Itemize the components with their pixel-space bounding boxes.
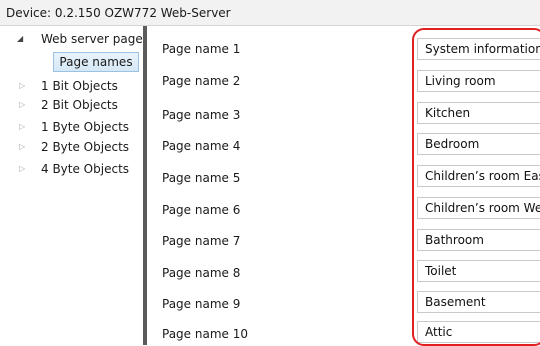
tree-item-label: 1 Byte Objects [41, 120, 130, 134]
page-name-8-input[interactable]: Toilet [417, 260, 540, 282]
page-names-form: Page name 1 System information Page name… [147, 26, 540, 345]
collapsed-arrow-icon[interactable]: ▷ [19, 118, 25, 136]
window-title: Device: 0.2.150 OZW772 Web-Server [6, 6, 231, 20]
page-name-6-label: Page name 6 [162, 203, 241, 217]
collapsed-arrow-icon[interactable]: ▷ [19, 96, 25, 114]
tree-item-label: 4 Byte Objects [41, 162, 130, 176]
tree-item-2-byte-objects[interactable]: ▷ 2 Byte Objects [0, 138, 143, 156]
page-name-7-input[interactable]: Bathroom [417, 229, 540, 251]
page-name-2-input[interactable]: Living room [417, 70, 540, 92]
page-name-3-label: Page name 3 [162, 108, 241, 122]
navigation-tree: ◢ Web server pages Page names ▷ 1 Bit Ob… [0, 26, 149, 345]
page-name-4-label: Page name 4 [162, 139, 241, 153]
page-name-10-input[interactable]: Attic [417, 321, 540, 343]
tree-item-label: 1 Bit Objects [41, 79, 118, 93]
tree-item-label: 2 Bit Objects [41, 98, 118, 112]
page-name-1-input[interactable]: System information [417, 38, 540, 60]
page-name-1-label: Page name 1 [162, 42, 241, 56]
tree-item-2-bit-objects[interactable]: ▷ 2 Bit Objects [0, 96, 143, 114]
page-name-9-label: Page name 9 [162, 297, 241, 311]
tree-item-1-byte-objects[interactable]: ▷ 1 Byte Objects [0, 118, 143, 136]
collapsed-arrow-icon[interactable]: ▷ [19, 138, 25, 156]
page-name-5-label: Page name 5 [162, 171, 241, 185]
page-name-6-input[interactable]: Children’s room West [417, 197, 540, 219]
collapsed-arrow-icon[interactable]: ▷ [19, 77, 25, 95]
page-name-2-label: Page name 2 [162, 74, 241, 88]
expanded-arrow-icon[interactable]: ◢ [17, 30, 23, 48]
tree-item-page-names[interactable]: Page names [53, 52, 139, 72]
page-name-4-input[interactable]: Bedroom [417, 133, 540, 155]
page-name-5-input[interactable]: Children’s room East [417, 165, 540, 187]
collapsed-arrow-icon[interactable]: ▷ [19, 160, 25, 178]
page-name-10-label: Page name 10 [162, 327, 248, 341]
tree-item-label: Web server pages [41, 32, 149, 46]
page-name-9-input[interactable]: Basement [417, 291, 540, 313]
tree-item-web-server-pages[interactable]: ◢ Web server pages [0, 30, 149, 48]
page-name-7-label: Page name 7 [162, 234, 241, 248]
tree-item-label: 2 Byte Objects [41, 140, 130, 154]
page-name-3-input[interactable]: Kitchen [417, 102, 540, 124]
title-bar: Device: 0.2.150 OZW772 Web-Server [0, 0, 540, 26]
page-name-8-label: Page name 8 [162, 266, 241, 280]
tree-item-4-byte-objects[interactable]: ▷ 4 Byte Objects [0, 160, 143, 178]
tree-item-1-bit-objects[interactable]: ▷ 1 Bit Objects [0, 77, 143, 95]
